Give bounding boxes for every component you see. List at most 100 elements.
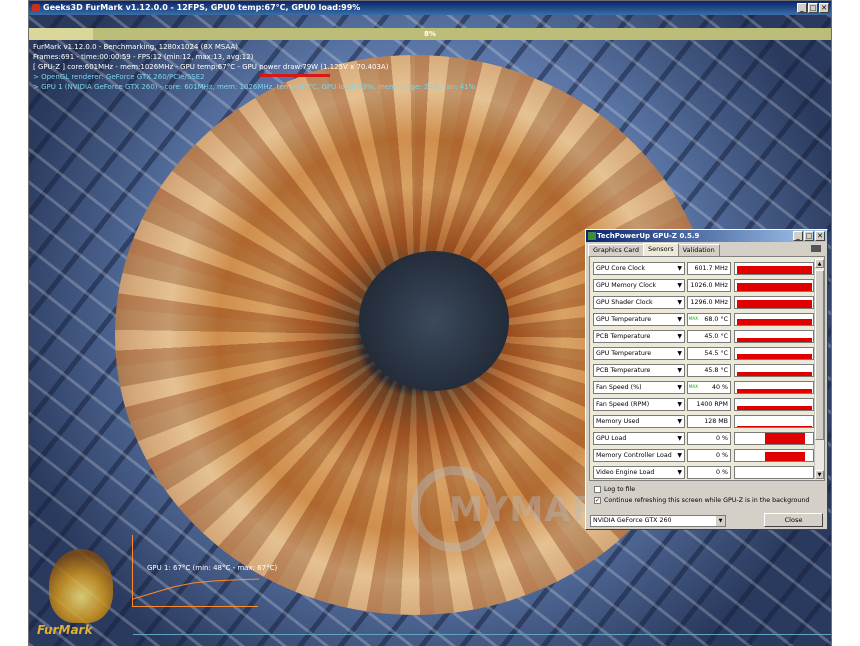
overlay-gpuz-line: [ GPU-Z ] core:601MHz - mem:1026MHz - GP… bbox=[33, 63, 389, 71]
sensor-name-dropdown[interactable]: PCB Temperature ▼ bbox=[593, 330, 685, 343]
tab-graphics-card[interactable]: Graphics Card bbox=[588, 244, 644, 256]
sensor-name-dropdown[interactable]: GPU Shader Clock ▼ bbox=[593, 296, 685, 309]
sensor-graph bbox=[734, 466, 814, 479]
sensor-graph bbox=[734, 347, 814, 360]
log-to-file-label: Log to file bbox=[604, 486, 636, 493]
flame-icon bbox=[49, 549, 113, 623]
eye-pupil-image bbox=[359, 251, 509, 391]
gpuz-window: TechPowerUp GPU-Z 0.5.9 _ □ ✕ Graphics C… bbox=[585, 229, 828, 530]
sensor-name: GPU Memory Clock bbox=[596, 282, 657, 289]
chevron-down-icon[interactable]: ▼ bbox=[677, 331, 682, 342]
close-button[interactable]: ✕ bbox=[819, 3, 829, 13]
overlay-frames-line: Frames:691 - time:00:00:59 - FPS:12 (min… bbox=[33, 53, 254, 61]
overlay-gpu-line: > GPU 1 (NVIDIA GeForce GTX 260) - core:… bbox=[33, 83, 476, 91]
furmark-app-icon bbox=[32, 4, 40, 12]
chevron-down-icon[interactable]: ▼ bbox=[677, 297, 682, 308]
sensor-graph bbox=[734, 330, 814, 343]
sensor-row: PCB Temperature ▼ 45.8 °C bbox=[593, 362, 815, 379]
sensor-name-dropdown[interactable]: GPU Temperature ▼ bbox=[593, 313, 685, 326]
sensor-graph-bar bbox=[737, 372, 812, 376]
sensor-name: Memory Used bbox=[596, 418, 640, 425]
sensor-value: 128 MB bbox=[687, 415, 731, 428]
sensor-value-text: 54.5 °C bbox=[704, 350, 728, 357]
gpuz-close-action-button[interactable]: Close bbox=[764, 513, 823, 527]
chevron-down-icon[interactable]: ▼ bbox=[677, 314, 682, 325]
chevron-down-icon[interactable]: ▼ bbox=[677, 365, 682, 376]
sensor-scrollbar[interactable]: ▲ ▼ bbox=[814, 259, 824, 479]
chevron-down-icon[interactable]: ▼ bbox=[677, 416, 682, 427]
benchmark-progress-bar: 8% bbox=[29, 28, 831, 40]
sensor-row: GPU Temperature ▼ 54.5 °C bbox=[593, 345, 815, 362]
sensor-name-dropdown[interactable]: GPU Temperature ▼ bbox=[593, 347, 685, 360]
sensor-value-text: 0 % bbox=[716, 452, 728, 459]
gpuz-close-button[interactable]: ✕ bbox=[815, 231, 825, 241]
sensor-value: 1400 RPM bbox=[687, 398, 731, 411]
sensor-row: GPU Memory Clock ▼ 1026.0 MHz bbox=[593, 277, 815, 294]
sensor-name-dropdown[interactable]: Video Engine Load ▼ bbox=[593, 466, 685, 479]
sensor-graph-bar bbox=[737, 426, 812, 427]
chevron-down-icon[interactable]: ▼ bbox=[677, 263, 682, 274]
sensor-row: Video Engine Load ▼ 0 % bbox=[593, 464, 815, 481]
sensor-graph-bar bbox=[765, 452, 805, 461]
sensor-name-dropdown[interactable]: GPU Load ▼ bbox=[593, 432, 685, 445]
temperature-graph-line bbox=[133, 578, 259, 600]
log-to-file-option[interactable]: Log to file bbox=[594, 486, 635, 493]
screenshot-camera-icon[interactable] bbox=[811, 245, 821, 252]
sensor-name-dropdown[interactable]: Memory Controller Load ▼ bbox=[593, 449, 685, 462]
gpuz-maximize-button[interactable]: □ bbox=[804, 231, 814, 241]
continue-refresh-label: Continue refreshing this screen while GP… bbox=[604, 497, 810, 504]
gpuz-titlebar[interactable]: TechPowerUp GPU-Z 0.5.9 _ □ ✕ bbox=[586, 230, 827, 242]
gpuz-minimize-button[interactable]: _ bbox=[793, 231, 803, 241]
sensor-name-dropdown[interactable]: Memory Used ▼ bbox=[593, 415, 685, 428]
chevron-down-icon[interactable]: ▼ bbox=[716, 516, 725, 526]
sensor-name-dropdown[interactable]: PCB Temperature ▼ bbox=[593, 364, 685, 377]
chevron-down-icon[interactable]: ▼ bbox=[677, 382, 682, 393]
tab-sensors[interactable]: Sensors bbox=[642, 243, 679, 256]
maximize-button[interactable]: □ bbox=[808, 3, 818, 13]
scroll-down-icon[interactable]: ▼ bbox=[815, 470, 824, 479]
sensor-value: 601.7 MHz bbox=[687, 262, 731, 275]
chevron-down-icon[interactable]: ▼ bbox=[677, 467, 682, 478]
chevron-down-icon[interactable]: ▼ bbox=[677, 433, 682, 444]
chevron-down-icon[interactable]: ▼ bbox=[677, 399, 682, 410]
sensor-graph bbox=[734, 364, 814, 377]
gpuz-app-icon bbox=[588, 232, 596, 240]
sensor-value-text: 0 % bbox=[716, 435, 728, 442]
device-select[interactable]: NVIDIA GeForce GTX 260 ▼ bbox=[590, 515, 726, 527]
tab-validation[interactable]: Validation bbox=[677, 244, 720, 256]
scrollbar-thumb[interactable] bbox=[815, 270, 824, 440]
sensor-value: 0 % bbox=[687, 432, 731, 445]
sensor-value-text: 1296.0 MHz bbox=[690, 299, 728, 306]
sensor-name-dropdown[interactable]: Fan Speed (RPM) ▼ bbox=[593, 398, 685, 411]
sensor-graph bbox=[734, 262, 814, 275]
sensor-name: GPU Load bbox=[596, 435, 627, 442]
window-titlebar[interactable]: Geeks3D FurMark v1.12.0.0 - 12FPS, GPU0 … bbox=[29, 1, 831, 15]
continue-refresh-checkbox[interactable]: ✓ bbox=[594, 497, 601, 504]
log-to-file-checkbox[interactable] bbox=[594, 486, 601, 493]
scroll-up-icon[interactable]: ▲ bbox=[815, 259, 824, 268]
sensor-value: 0 % bbox=[687, 449, 731, 462]
sensor-value-text: 1400 RPM bbox=[696, 401, 728, 408]
temperature-graph-label: GPU 1: 67°C (min: 48°C - max: 67°C) bbox=[147, 564, 278, 572]
sensor-value: 45.0 °C bbox=[687, 330, 731, 343]
sensor-name-dropdown[interactable]: Fan Speed (%) ▼ bbox=[593, 381, 685, 394]
sensor-graph-bar bbox=[737, 338, 812, 342]
chevron-down-icon[interactable]: ▼ bbox=[677, 348, 682, 359]
power-draw-underline bbox=[260, 74, 330, 77]
chevron-down-icon[interactable]: ▼ bbox=[677, 450, 682, 461]
sensor-value: 1026.0 MHz bbox=[687, 279, 731, 292]
sensor-graph bbox=[734, 415, 814, 428]
chevron-down-icon[interactable]: ▼ bbox=[677, 280, 682, 291]
sensor-value-text: 45.8 °C bbox=[704, 367, 728, 374]
furmark-logo-text: FurMark bbox=[37, 623, 93, 637]
sensor-row: Fan Speed (%) ▼ MAX 40 % bbox=[593, 379, 815, 396]
sensor-graph-bar bbox=[737, 319, 812, 325]
sensor-name-dropdown[interactable]: GPU Core Clock ▼ bbox=[593, 262, 685, 275]
continue-refresh-option[interactable]: ✓ Continue refreshing this screen while … bbox=[594, 497, 809, 504]
sensor-row: GPU Shader Clock ▼ 1296.0 MHz bbox=[593, 294, 815, 311]
minimize-button[interactable]: _ bbox=[797, 3, 807, 13]
sensor-row: GPU Core Clock ▼ 601.7 MHz bbox=[593, 260, 815, 277]
sensor-name-dropdown[interactable]: GPU Memory Clock ▼ bbox=[593, 279, 685, 292]
sensor-name: Memory Controller Load bbox=[596, 452, 672, 459]
window-title: Geeks3D FurMark v1.12.0.0 - 12FPS, GPU0 … bbox=[43, 3, 361, 12]
